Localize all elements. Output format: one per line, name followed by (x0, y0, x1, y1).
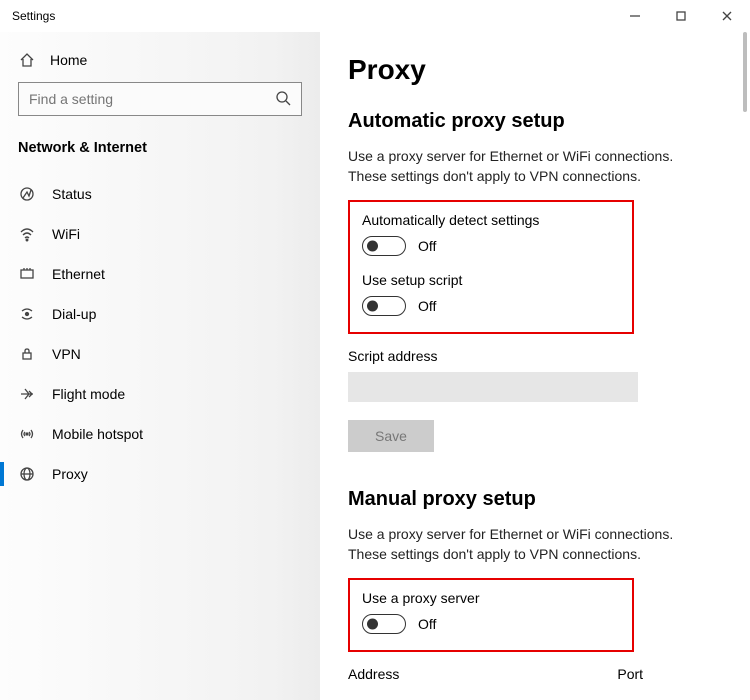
sidebar-item-flightmode[interactable]: Flight mode (0, 374, 320, 414)
script-address-label: Script address (348, 348, 728, 364)
highlight-manual-toggle: Use a proxy server Off (348, 578, 634, 652)
use-setup-script-label: Use setup script (362, 272, 620, 288)
wifi-icon (18, 226, 36, 242)
main-content: Proxy Automatic proxy setup Use a proxy … (320, 32, 750, 700)
search-icon (275, 90, 291, 109)
address-label: Address (348, 666, 399, 682)
window-controls (612, 0, 750, 32)
use-setup-script-state: Off (418, 298, 436, 314)
sidebar-item-vpn[interactable]: VPN (0, 334, 320, 374)
port-label: Port (617, 666, 643, 682)
detect-settings-toggle[interactable] (362, 236, 406, 256)
sidebar-item-label: Status (52, 186, 92, 202)
detect-settings-label: Automatically detect settings (362, 212, 620, 228)
status-icon (18, 186, 36, 202)
maximize-button[interactable] (658, 0, 704, 32)
vertical-scrollbar[interactable] (743, 32, 747, 112)
sidebar-item-label: Flight mode (52, 386, 125, 402)
detect-settings-state: Off (418, 238, 436, 254)
search-input[interactable] (29, 91, 275, 107)
vpn-icon (18, 346, 36, 362)
home-icon (18, 52, 36, 68)
sidebar-item-ethernet[interactable]: Ethernet (0, 254, 320, 294)
manual-proxy-heading: Manual proxy setup (348, 488, 728, 511)
sidebar-item-wifi[interactable]: WiFi (0, 214, 320, 254)
window-title: Settings (12, 9, 612, 23)
auto-proxy-desc: Use a proxy server for Ethernet or WiFi … (348, 147, 708, 186)
sidebar: Home Network & Internet Status WiFi (0, 32, 320, 700)
sidebar-item-label: Dial-up (52, 306, 96, 322)
sidebar-item-dialup[interactable]: Dial-up (0, 294, 320, 334)
script-address-input[interactable] (348, 372, 638, 402)
titlebar: Settings (0, 0, 750, 32)
save-button[interactable]: Save (348, 420, 434, 452)
sidebar-item-label: WiFi (52, 226, 80, 242)
home-label: Home (50, 52, 87, 68)
category-header: Network & Internet (0, 136, 320, 174)
address-port-row: Address Port (348, 666, 728, 684)
use-proxy-label: Use a proxy server (362, 590, 620, 606)
hotspot-icon (18, 426, 36, 442)
manual-proxy-desc: Use a proxy server for Ethernet or WiFi … (348, 525, 708, 564)
sidebar-item-proxy[interactable]: Proxy (0, 454, 320, 494)
close-button[interactable] (704, 0, 750, 32)
dialup-icon (18, 306, 36, 322)
search-box[interactable] (18, 82, 302, 116)
page-title: Proxy (348, 54, 728, 86)
highlight-auto-toggles: Automatically detect settings Off Use se… (348, 200, 634, 334)
use-setup-script-toggle[interactable] (362, 296, 406, 316)
sidebar-item-label: Proxy (52, 466, 88, 482)
sidebar-item-status[interactable]: Status (0, 174, 320, 214)
globe-icon (18, 466, 36, 482)
minimize-button[interactable] (612, 0, 658, 32)
sidebar-item-mobilehotspot[interactable]: Mobile hotspot (0, 414, 320, 454)
use-proxy-toggle[interactable] (362, 614, 406, 634)
airplane-icon (18, 386, 36, 402)
sidebar-item-label: Mobile hotspot (52, 426, 143, 442)
home-link[interactable]: Home (0, 46, 320, 82)
use-proxy-state: Off (418, 616, 436, 632)
sidebar-item-label: VPN (52, 346, 81, 362)
sidebar-item-label: Ethernet (52, 266, 105, 282)
ethernet-icon (18, 266, 36, 282)
auto-proxy-heading: Automatic proxy setup (348, 110, 728, 133)
